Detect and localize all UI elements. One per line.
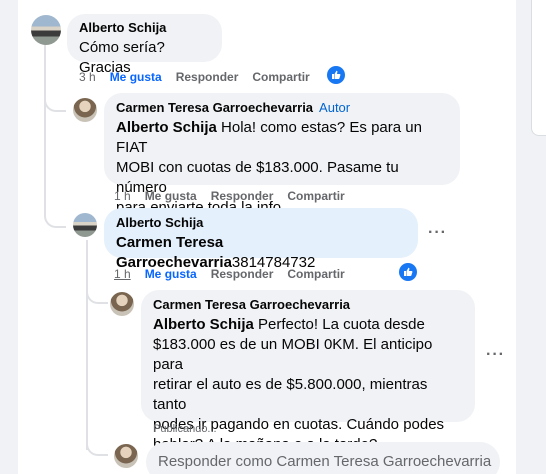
comment-time[interactable]: 3 h [79,69,96,85]
share-button[interactable]: Compartir [287,188,344,204]
like-reaction-icon[interactable] [327,66,345,84]
like-reaction-icon[interactable] [399,263,417,281]
reply-button[interactable]: Responder [211,266,274,282]
reply-button[interactable]: Responder [176,69,239,85]
comment-author[interactable]: Alberto Schija [116,215,406,231]
comment-time[interactable]: 1 h [114,266,131,282]
avatar[interactable] [110,292,134,316]
author-badge: Autor [319,100,351,115]
comment-actions: 1 h Me gusta Responder Compartir [114,188,359,204]
thread-connector-reply-box [86,430,108,456]
thread-connector-reply-2 [44,200,66,228]
comment-actions: 3 h Me gusta Responder Compartir [79,69,324,85]
comment-text-line: retirar el auto es de $5.800.000, mientr… [153,376,428,413]
avatar[interactable] [73,213,97,237]
more-options-icon[interactable]: ··· [486,346,505,364]
comment-text-line: $183.000 es de un MOBI 0KM. El anticipo … [153,336,433,373]
comment-bubble: Carmen Teresa Garroechevarria Alberto Sc… [141,290,475,453]
more-options-icon[interactable]: ··· [428,224,447,242]
comment-time[interactable]: 1 h [114,188,131,204]
avatar [114,444,138,468]
comment-author: Carmen Teresa Garroechevarria Autor [116,100,448,116]
mention-link[interactable]: Alberto Schija [153,316,254,333]
comment-text-line: Perfecto! La cuota desde [253,316,425,333]
reply-button[interactable]: Responder [211,188,274,204]
comment-bubble: Carmen Teresa Garroechevarria Autor Alber… [104,93,460,216]
comment-actions: 1 h Me gusta Responder Compartir [114,266,359,282]
like-button[interactable]: Me gusta [145,188,197,204]
thread-line-nested [86,240,88,450]
comment-bubble: Alberto Schija Carmen Teresa Garroecheva… [104,208,418,271]
thread-connector-reply-3 [86,280,108,304]
avatar[interactable] [73,98,97,122]
mention-link[interactable]: Alberto Schija [116,119,217,136]
share-button[interactable]: Compartir [287,266,344,282]
author-name[interactable]: Carmen Teresa Garroechevarria [116,100,313,115]
posting-status: Publicando... [153,423,217,435]
share-button[interactable]: Compartir [252,69,309,85]
like-button[interactable]: Me gusta [110,69,162,85]
thread-connector-reply-1 [44,90,66,112]
side-panel-edge [531,0,546,136]
like-button[interactable]: Me gusta [145,266,197,282]
reply-input[interactable]: Responder como Carmen Teresa Garroecheva… [146,442,500,474]
comment-bubble: Alberto Schija Cómo sería? Gracias [67,14,222,76]
comment-author[interactable]: Carmen Teresa Garroechevarria [153,297,463,313]
comment-author[interactable]: Alberto Schija [79,20,210,36]
avatar[interactable] [31,15,61,45]
